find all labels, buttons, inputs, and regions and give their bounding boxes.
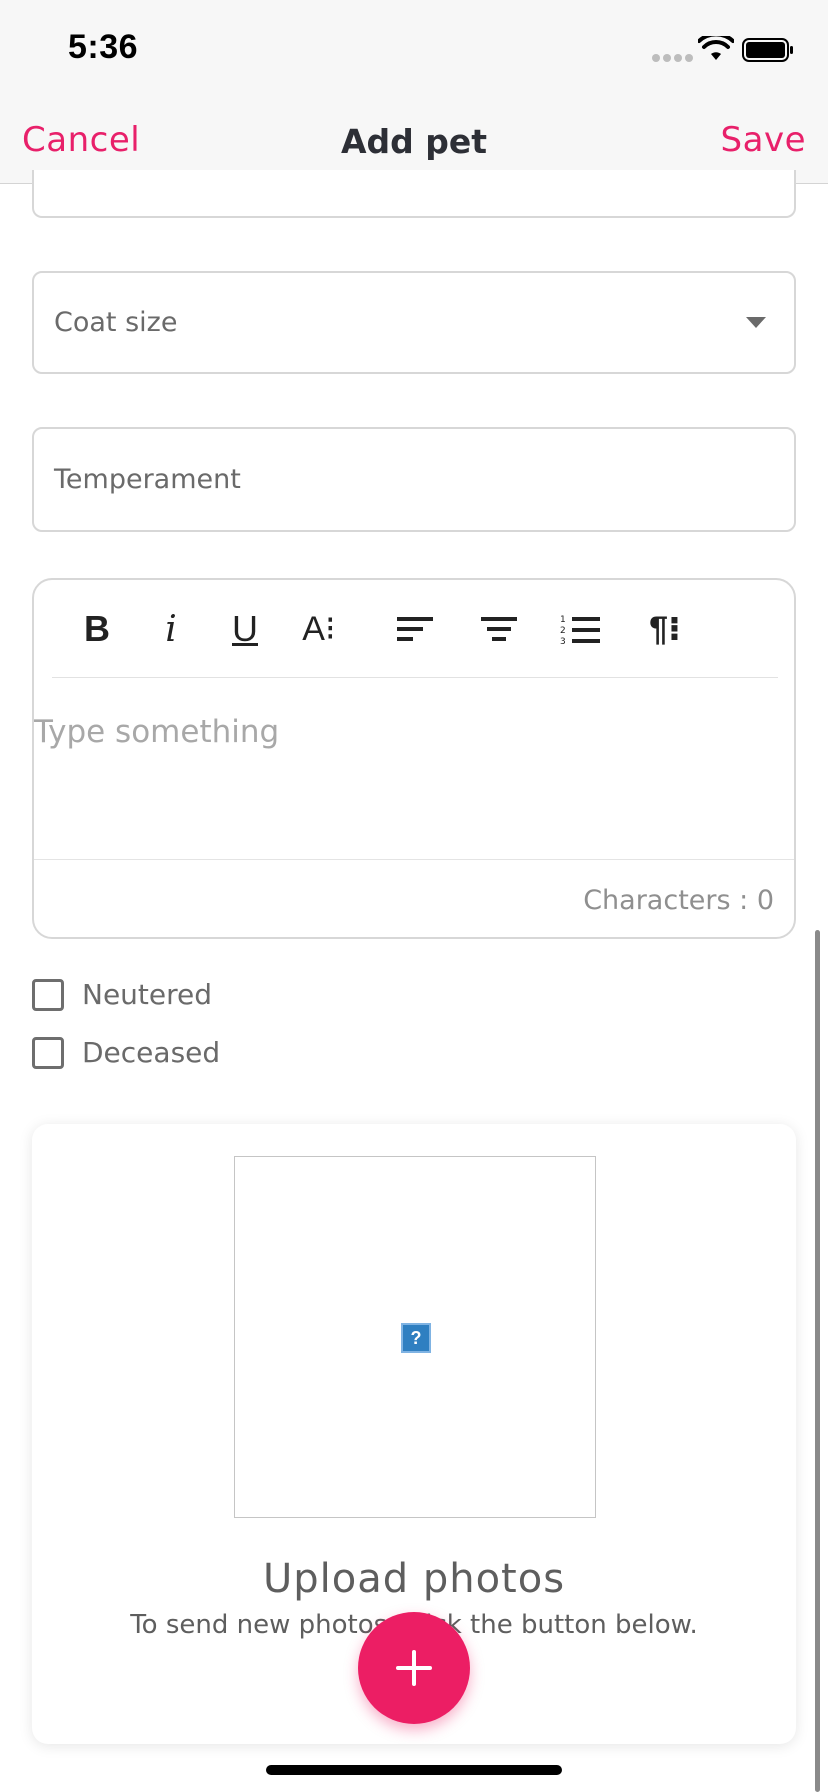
signal-icon [652, 54, 693, 62]
numbered-list-icon[interactable]: 123 [556, 606, 606, 652]
neutered-checkbox-row[interactable]: Neutered [32, 978, 212, 1011]
paragraph-icon[interactable]: ¶⁝ [640, 606, 690, 652]
add-photo-button[interactable] [358, 1612, 470, 1724]
svg-text:1: 1 [560, 615, 566, 625]
plus-icon [396, 1650, 432, 1686]
status-time: 5:36 [68, 28, 139, 66]
home-indicator [266, 1765, 562, 1775]
coat-size-select[interactable]: Coat size [32, 271, 796, 374]
editor-toolbar: B i U A⁝ 123 ¶⁝ [52, 580, 778, 678]
deceased-checkbox-row[interactable]: Deceased [32, 1036, 220, 1069]
coat-size-label: Coat size [54, 307, 178, 338]
bold-icon[interactable]: B [72, 606, 122, 652]
battery-icon [742, 38, 793, 62]
align-left-icon[interactable] [390, 606, 440, 652]
save-button[interactable]: Save [721, 120, 806, 160]
upload-photos-title: Upload photos [262, 1556, 566, 1602]
page-title: Add pet [340, 122, 488, 161]
temperament-placeholder: Temperament [54, 464, 241, 495]
rich-text-editor: B i U A⁝ 123 ¶⁝ Type something Character… [32, 578, 796, 939]
align-center-icon[interactable] [474, 606, 524, 652]
photo-placeholder: ? [234, 1156, 596, 1518]
editor-text-area[interactable]: Type something [34, 714, 279, 750]
svg-text:2: 2 [560, 626, 566, 636]
add-pet-screen: 5:36 Cancel Add pet Save Coat size Tempe… [0, 0, 828, 1792]
underline-icon[interactable]: U [220, 606, 270, 652]
text-size-icon[interactable]: A⁝ [294, 606, 344, 652]
italic-icon[interactable]: i [146, 606, 196, 652]
broken-image-icon: ? [401, 1323, 431, 1353]
neutered-checkbox[interactable] [32, 978, 64, 1011]
editor-divider [34, 859, 794, 860]
svg-text:3: 3 [560, 637, 566, 645]
status-bar: 5:36 [0, 0, 828, 100]
scrollbar[interactable] [815, 930, 820, 1792]
wifi-icon [698, 36, 734, 60]
temperament-input[interactable]: Temperament [32, 427, 796, 532]
deceased-checkbox[interactable] [32, 1036, 64, 1069]
chevron-down-icon[interactable] [746, 317, 766, 328]
previous-field[interactable] [32, 170, 796, 218]
character-count: Characters : 0 [583, 885, 774, 916]
neutered-label: Neutered [82, 978, 213, 1011]
deceased-label: Deceased [82, 1036, 221, 1069]
